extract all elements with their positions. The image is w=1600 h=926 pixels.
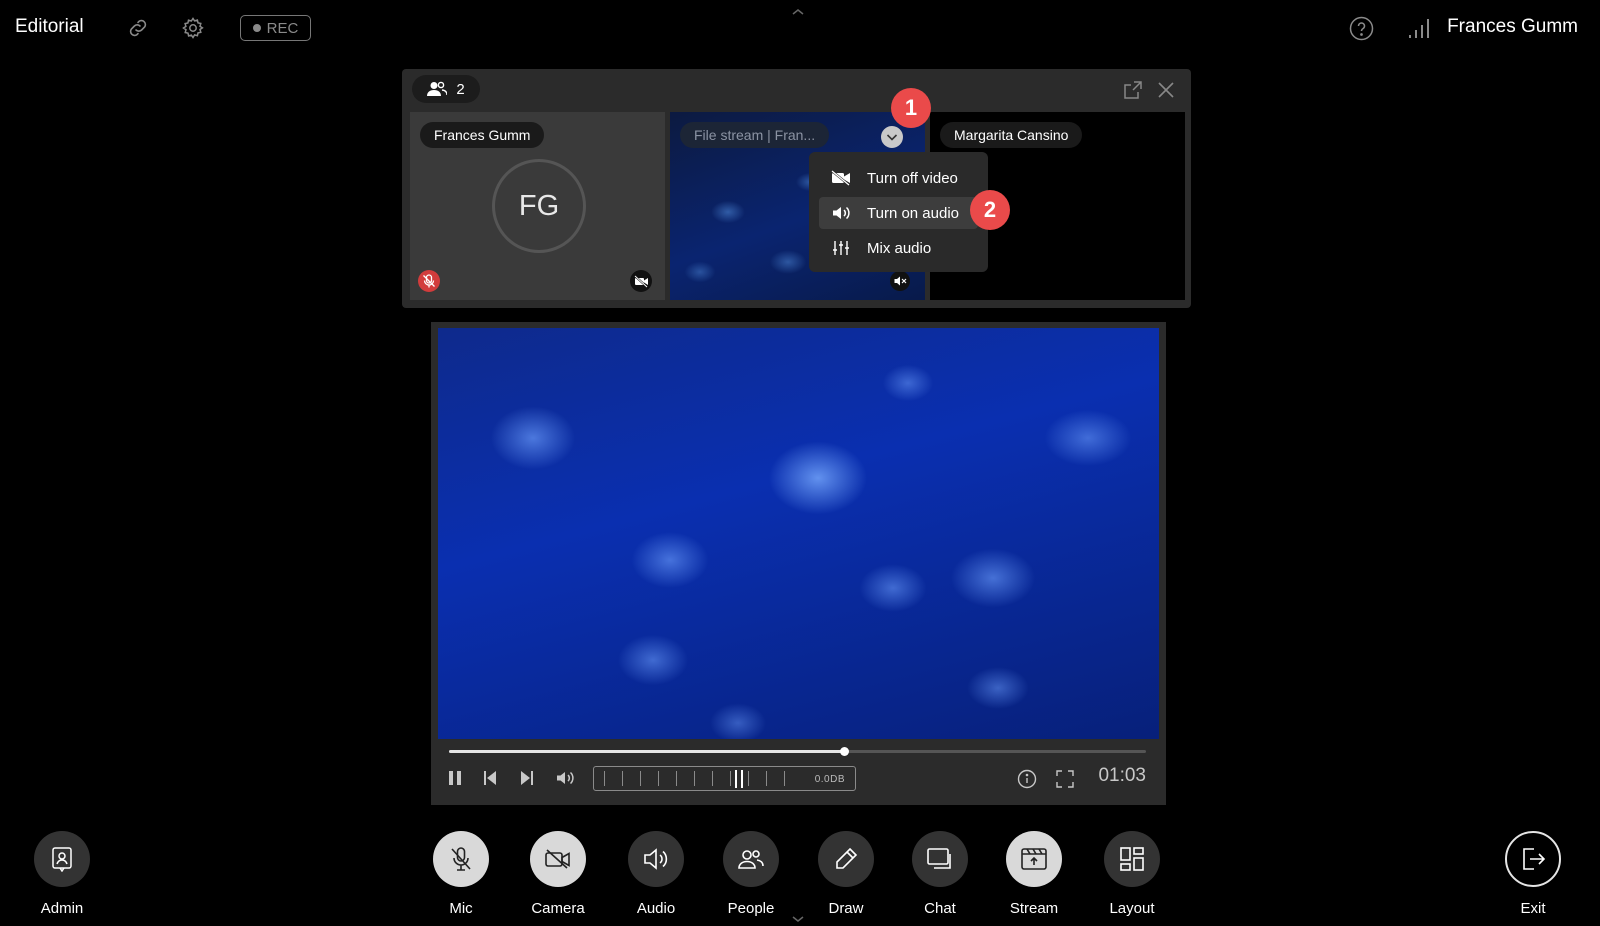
chat-icon [912, 831, 968, 887]
close-icon[interactable] [1156, 80, 1176, 100]
gear-icon[interactable] [181, 16, 205, 40]
audio-label: Audio [636, 900, 676, 917]
participant-count-value: 2 [456, 80, 465, 98]
speaker-muted-icon [890, 271, 910, 291]
previous-frame-icon[interactable] [482, 770, 498, 786]
popout-icon[interactable] [1123, 80, 1143, 100]
mic-button[interactable]: Mic [421, 831, 501, 917]
step-badge-1: 1 [891, 88, 931, 128]
pen-icon [818, 831, 874, 887]
draw-button[interactable]: Draw [806, 831, 886, 917]
draw-label: Draw [828, 900, 864, 917]
mixer-icon [831, 239, 851, 257]
audio-button[interactable]: Audio [616, 831, 696, 917]
camera-button[interactable]: Camera [518, 831, 598, 917]
menu-item-label: Turn on audio [867, 204, 960, 222]
mic-label: Mic [449, 900, 473, 917]
participant-name: File stream | Fran... [680, 122, 830, 148]
stream-icon [1006, 831, 1062, 887]
menu-item-mix-audio[interactable]: Mix audio [819, 232, 978, 264]
exit-button[interactable]: Exit [1493, 831, 1573, 917]
participant-count[interactable]: 2 [412, 75, 480, 103]
exit-label: Exit [1520, 900, 1546, 917]
people-icon [427, 81, 448, 97]
people-button[interactable]: People [711, 831, 791, 917]
speaker-icon [831, 204, 851, 222]
menu-item-turn-off-video[interactable]: Turn off video [819, 162, 978, 194]
stream-button[interactable]: Stream [994, 831, 1074, 917]
fullscreen-icon[interactable] [1056, 770, 1074, 788]
link-icon[interactable] [126, 16, 150, 40]
admin-button[interactable]: Admin [22, 831, 102, 917]
progress-bar[interactable] [449, 747, 1146, 756]
layout-button[interactable]: Layout [1092, 831, 1172, 917]
speaker-icon [628, 831, 684, 887]
chevron-down-icon[interactable] [791, 915, 805, 923]
camera-off-icon [630, 270, 652, 292]
main-video-panel: 0.0DB 01:03 [431, 322, 1166, 805]
user-name[interactable]: Frances Gumm [1447, 16, 1578, 38]
camera-label: Camera [531, 900, 585, 917]
level-readout: 0.0DB [814, 774, 845, 785]
people-icon [723, 831, 779, 887]
mic-off-icon [433, 831, 489, 887]
participant-name: Frances Gumm [420, 122, 545, 148]
signal-strength-icon [1408, 17, 1430, 39]
stream-label: Stream [1009, 900, 1059, 917]
help-icon[interactable] [1349, 16, 1374, 41]
menu-item-label: Turn off video [867, 169, 958, 187]
participants-panel: 2 Frances Gumm FG File stream | Fran... … [402, 69, 1191, 308]
chat-label: Chat [924, 900, 956, 917]
menu-item-turn-on-audio[interactable]: Turn on audio [819, 197, 978, 229]
people-label: People [727, 900, 775, 917]
camera-off-icon [530, 831, 586, 887]
main-video[interactable] [438, 328, 1159, 739]
admin-icon [34, 831, 90, 887]
progress-fill [449, 750, 844, 753]
avatar: FG [492, 159, 586, 253]
video-off-icon [831, 170, 851, 186]
info-icon[interactable] [1017, 769, 1037, 789]
layout-grid-icon [1104, 831, 1160, 887]
participant-tile-frances[interactable]: Frances Gumm FG [410, 112, 665, 300]
volume-icon[interactable] [555, 769, 575, 787]
mic-muted-icon [418, 270, 440, 292]
rec-button[interactable]: REC [240, 15, 311, 41]
exit-icon [1505, 831, 1561, 887]
chevron-up-icon[interactable] [791, 8, 805, 16]
chevron-down-icon[interactable] [881, 126, 903, 148]
app-title: Editorial [15, 16, 84, 37]
chat-button[interactable]: Chat [900, 831, 980, 917]
participant-name: Margarita Cansino [940, 122, 1083, 148]
pause-icon[interactable] [447, 770, 463, 786]
playback-time: 01:03 [1098, 765, 1146, 786]
audio-level-meter[interactable]: 0.0DB [593, 766, 856, 791]
admin-label: Admin [40, 900, 84, 917]
step-badge-2: 2 [970, 190, 1010, 230]
next-frame-icon[interactable] [519, 770, 535, 786]
layout-label: Layout [1109, 900, 1155, 917]
menu-item-label: Mix audio [867, 239, 932, 257]
progress-thumb[interactable] [839, 747, 849, 756]
level-handle[interactable] [735, 770, 743, 788]
tile-options-menu: Turn off video Turn on audio Mix audio [809, 152, 988, 272]
rec-dot-icon [252, 24, 261, 32]
rec-label: REC [266, 19, 299, 37]
